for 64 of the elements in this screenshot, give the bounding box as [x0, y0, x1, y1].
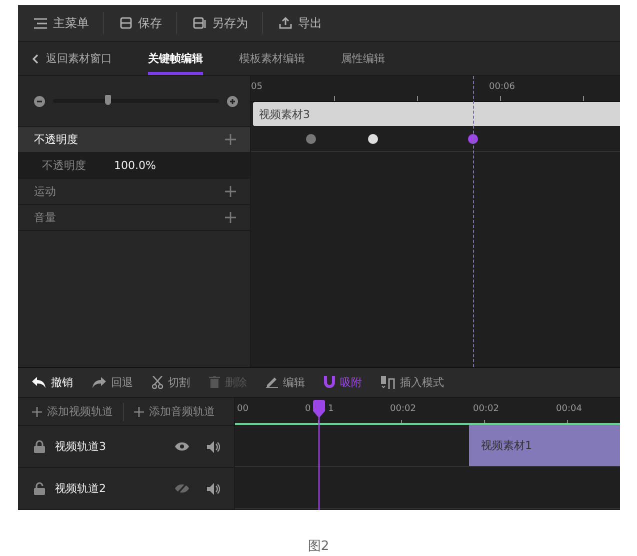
toolbar-button[interactable]: 编辑 [266, 374, 305, 390]
toolbar-button[interactable]: 保存 [118, 10, 176, 36]
lock-icon[interactable] [34, 440, 45, 453]
speaker-icon[interactable] [207, 482, 220, 494]
time-label: 00 [237, 404, 248, 414]
property-value[interactable]: 100.0% [114, 159, 156, 172]
toolbar-button[interactable]: 回退 [92, 374, 133, 390]
property-label: 不透明度 [42, 158, 86, 174]
plus-icon[interactable] [225, 134, 236, 146]
track-name: 视频轨道2 [55, 481, 107, 496]
slider-thumb[interactable] [104, 95, 111, 106]
keyframe-dot[interactable] [306, 134, 316, 144]
plus-icon [134, 406, 144, 416]
menu-icon [34, 18, 47, 29]
redo-icon [92, 376, 106, 388]
unlocked-lock-icon[interactable] [34, 482, 45, 495]
property-group-row[interactable]: 不透明度 [18, 127, 250, 154]
chevron-left-icon [32, 54, 39, 64]
property-group-row[interactable]: 音量 [18, 205, 250, 232]
toolbar-button[interactable]: 另存为 [191, 10, 262, 36]
property-group-row[interactable]: 运动 [18, 179, 250, 206]
tab[interactable]: 属性编辑 [341, 42, 385, 76]
tab[interactable]: 关键帧编辑 [148, 42, 203, 76]
toolbar-button[interactable]: 吸附 [324, 374, 362, 390]
eye-icon[interactable] [175, 442, 189, 451]
back-link[interactable]: 返回素材窗口 [32, 51, 112, 66]
insert-mode-icon [381, 376, 395, 389]
magnet-icon [324, 376, 335, 388]
speaker-icon[interactable] [207, 440, 220, 452]
clip-bar[interactable]: 视频素材3 [253, 102, 620, 126]
tab[interactable]: 模板素材编辑 [239, 42, 305, 76]
zoom-out-icon[interactable] [34, 96, 45, 107]
zoom-in-icon[interactable] [227, 96, 238, 107]
time-label: 00:02 [473, 404, 499, 414]
time-label: 05 [251, 82, 262, 92]
toolbar-button[interactable]: 主菜单 [32, 10, 103, 36]
time-label: 00:06 [489, 82, 515, 92]
plus-icon[interactable] [225, 186, 236, 198]
pencil-icon [266, 376, 278, 388]
undo-icon [32, 376, 46, 388]
figure-caption: 图2 [306, 538, 330, 555]
add-track-button[interactable]: 添加音频轨道 [134, 404, 215, 419]
toolbar-button[interactable]: 撤销 [32, 374, 73, 390]
time-label: 00:02 [390, 404, 416, 414]
add-track-button[interactable]: 添加视频轨道 [32, 404, 113, 419]
keyframe-dot[interactable] [468, 134, 478, 144]
playhead[interactable] [312, 400, 326, 510]
trash-icon [209, 376, 220, 388]
track-name: 视频轨道3 [55, 439, 107, 454]
time-label: 1 [328, 404, 334, 414]
scissors-icon [152, 376, 163, 389]
toolbar-button[interactable]: 切割 [152, 374, 190, 390]
eye-slash-icon[interactable] [175, 483, 189, 494]
toolbar-button[interactable]: 插入模式 [381, 374, 444, 390]
save-as-icon [193, 17, 206, 30]
toolbar-button[interactable]: 导出 [277, 10, 336, 36]
plus-icon[interactable] [225, 212, 236, 224]
video-clip[interactable]: 视频素材1 [469, 425, 620, 466]
time-label: 00:04 [556, 404, 582, 414]
save-icon [120, 17, 132, 30]
keyframe-dot[interactable] [368, 134, 378, 144]
plus-icon [32, 406, 42, 416]
upload-icon [279, 17, 292, 30]
time-label: 0 [305, 404, 311, 414]
